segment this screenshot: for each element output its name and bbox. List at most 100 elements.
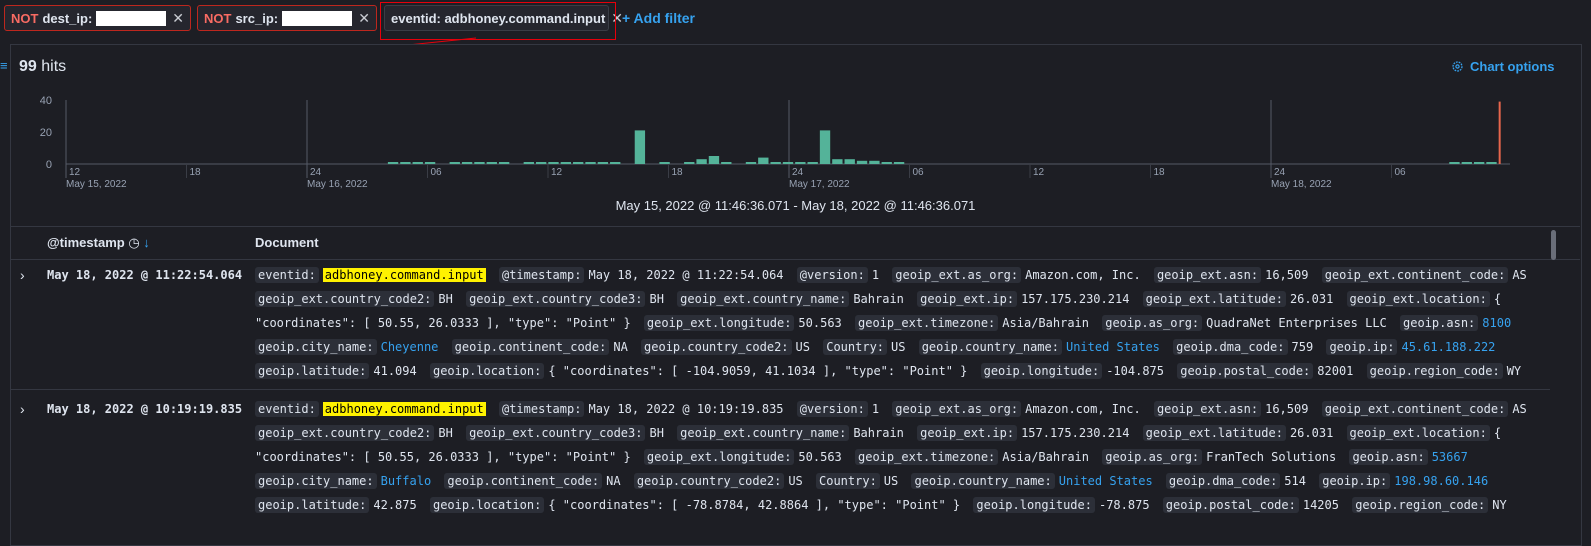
field-key: geoip.ip: (1326, 339, 1398, 355)
field-value[interactable]: United States (1059, 474, 1153, 488)
x-tick-label: 06 (1395, 167, 1407, 178)
field-value: QuadraNet Enterprises LLC (1206, 316, 1387, 330)
field-value: 26.031 (1289, 426, 1334, 440)
field-value: BH (438, 292, 453, 306)
field-key: geoip.longitude: (980, 363, 1103, 379)
histogram-bar (659, 162, 670, 164)
field-value: { "coordinates": [ -104.9059, 41.1034 ],… (548, 364, 968, 378)
chevron-right-icon[interactable]: › (20, 401, 25, 417)
histogram-bar (807, 162, 818, 164)
hit-count-number: 99 (19, 58, 37, 75)
histogram-bar (856, 160, 868, 164)
field-value: BH (438, 426, 453, 440)
field-value: US (795, 340, 810, 354)
histogram-bar (782, 162, 794, 164)
field-value[interactable]: 45.61.188.222 (1401, 340, 1495, 354)
histogram-bar (1449, 162, 1460, 164)
field-key: geoip.longitude: (973, 497, 1095, 513)
field-key: geoip_ext.continent_code: (1321, 401, 1509, 417)
field-key: geoip_ext.asn: (1153, 267, 1262, 283)
field-key: geoip.location: (429, 497, 545, 513)
column-header-timestamp[interactable]: @timestamp ◷ ↓ (47, 235, 150, 251)
field-value: AS (1512, 402, 1527, 416)
field-value: 1 (871, 268, 880, 282)
field-value: NY (1492, 498, 1507, 512)
field-key: geoip.as_org: (1102, 449, 1203, 465)
field-key: geoip_ext.timezone: (855, 315, 999, 331)
field-key: @timestamp: (498, 401, 585, 417)
field-value: 41.094 (373, 364, 417, 378)
x-tick-date-label: May 16, 2022 (307, 179, 368, 190)
histogram-bar (684, 162, 695, 164)
chart-options-button[interactable]: Chart options (1451, 59, 1555, 74)
field-value: 42.875 (373, 498, 417, 512)
field-key: eventid: (255, 401, 319, 417)
field-key: geoip.ip: (1319, 473, 1391, 489)
x-tick-date-label: May 18, 2022 (1271, 179, 1332, 190)
histogram-bar (634, 130, 646, 164)
histogram-bar (844, 159, 855, 164)
field-value: 14205 (1302, 498, 1339, 512)
histogram-bar (696, 159, 707, 164)
field-value[interactable]: Cheyenne (381, 340, 439, 354)
field-value[interactable]: 198.98.60.146 (1394, 474, 1488, 488)
scrollbar[interactable] (1551, 230, 1556, 260)
histogram-chart[interactable]: 4020012May 15, 202218 24May 16, 202206 12 1… (0, 88, 1591, 193)
field-key: geoip.dma_code: (1165, 473, 1281, 489)
field-key: geoip_ext.as_org: (892, 401, 1022, 417)
field-value[interactable]: Buffalo (381, 474, 432, 488)
table-row[interactable]: › May 18, 2022 @ 11:22:54.064 eventid: ad… (10, 259, 1550, 390)
field-key: geoip_ext.country_code2: (255, 425, 435, 441)
field-key: geoip.latitude: (255, 497, 370, 513)
x-tick-label: 18 (672, 167, 684, 178)
field-key: geoip_ext.latitude: (1142, 291, 1286, 307)
histogram-bar (597, 162, 609, 164)
field-value: 157.175.230.214 (1021, 426, 1130, 440)
field-key: geoip_ext.timezone: (855, 449, 999, 465)
field-value[interactable]: 8100 (1482, 316, 1511, 330)
field-key: geoip.region_code: (1352, 497, 1489, 513)
field-key: geoip_ext.ip: (917, 425, 1018, 441)
histogram-bar (795, 162, 806, 164)
field-key: geoip_ext.country_name: (677, 425, 850, 441)
field-key: geoip_ext.country_code3: (466, 291, 646, 307)
histogram-bar (869, 160, 880, 164)
field-value: Amazon.com, Inc. (1025, 402, 1141, 416)
field-key: geoip.city_name: (255, 339, 377, 355)
histogram-bar (498, 162, 510, 164)
table-row[interactable]: › May 18, 2022 @ 10:19:19.835 eventid: ad… (10, 393, 1550, 523)
field-key: geoip.continent_code: (451, 339, 610, 355)
sidebar-toggle-icon[interactable]: ≡ (0, 58, 8, 73)
row-document: eventid: adbhoney.command.input @timestam… (255, 397, 1550, 517)
field-value: US (883, 474, 899, 488)
histogram-bar (819, 130, 831, 164)
arrow-down-icon[interactable]: ↓ (143, 235, 150, 250)
column-header-document: Document (255, 235, 319, 250)
field-key: geoip.country_code2: (641, 339, 792, 355)
chevron-right-icon[interactable]: › (20, 267, 25, 283)
x-tick-date-label: May 17, 2022 (789, 179, 850, 190)
clock-icon[interactable]: ◷ (128, 235, 139, 250)
field-value[interactable]: United States (1066, 340, 1160, 354)
x-tick-label: 24 (792, 167, 804, 178)
field-value: Asia/Bahrain (1002, 316, 1089, 330)
field-value: Bahrain (853, 292, 904, 306)
histogram-bar (1486, 162, 1497, 164)
histogram-bar (412, 162, 423, 164)
field-value: BH (649, 426, 664, 440)
field-key: geoip_ext.location: (1346, 291, 1490, 307)
field-key: geoip_ext.latitude: (1142, 425, 1286, 441)
x-tick-label: 12 (1033, 167, 1045, 178)
gear-icon (1452, 61, 1463, 72)
field-key: geoip_ext.country_code3: (466, 425, 646, 441)
histogram-bar (400, 162, 411, 164)
field-value: May 18, 2022 @ 10:19:19.835 (588, 402, 784, 416)
field-value: 514 (1284, 474, 1306, 488)
field-value[interactable]: 53667 (1432, 450, 1468, 464)
field-key: geoip.city_name: (255, 473, 377, 489)
field-value: { "coordinates": [ -78.8784, 42.8864 ], … (548, 498, 961, 512)
field-value: 50.563 (798, 450, 842, 464)
histogram-bar (461, 162, 473, 164)
histogram-bar (770, 162, 781, 164)
field-value: US (891, 340, 906, 354)
